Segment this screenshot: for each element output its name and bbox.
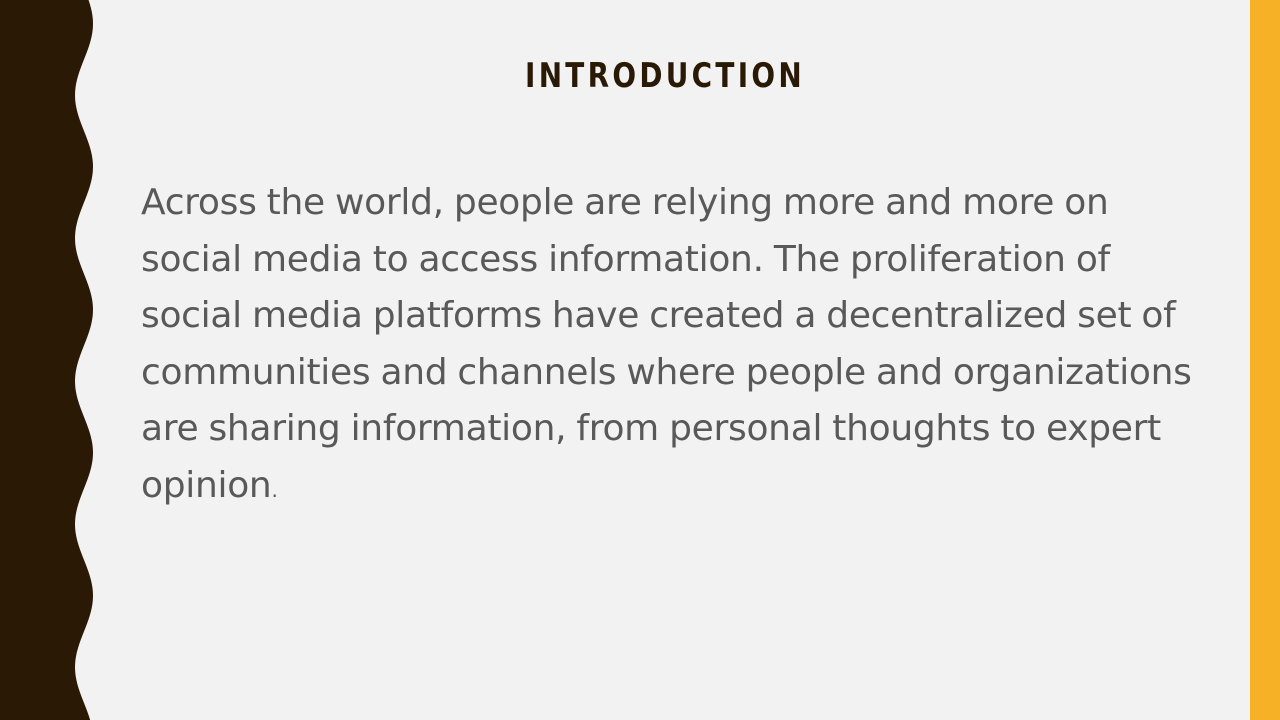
slide-title: INTRODUCTION [525,56,805,96]
right-accent-bar [1250,0,1280,720]
body-end-text: . [271,477,278,502]
slide-body-text: Across the world, people are relying mor… [141,175,1201,518]
body-main-text: Across the world, people are relying mor… [141,182,1192,506]
slide: INTRODUCTION Across the world, people ar… [0,0,1280,720]
wavy-left-border [0,0,93,720]
